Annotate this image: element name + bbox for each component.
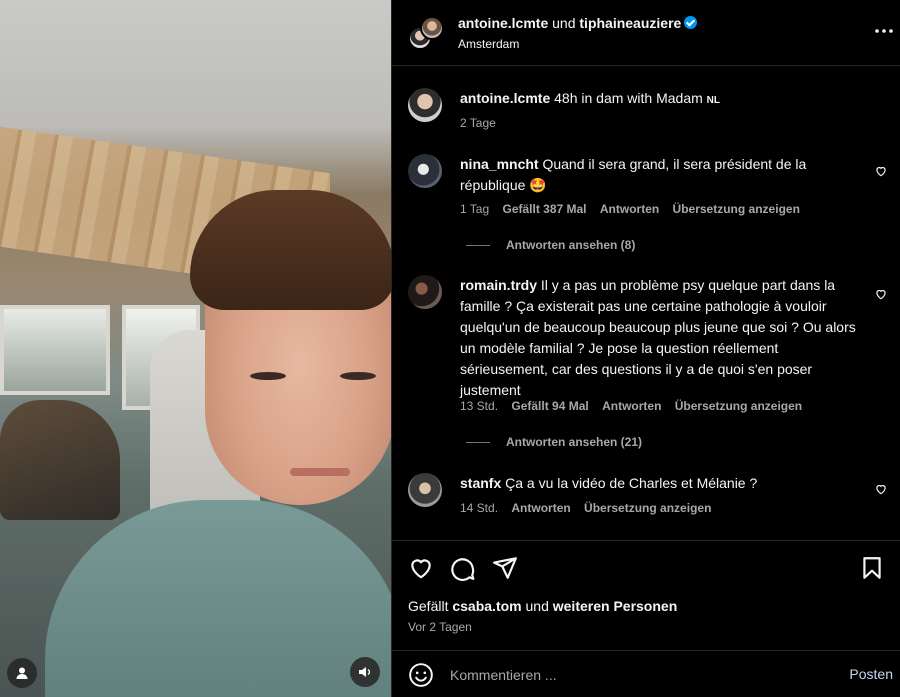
emoji-icon[interactable] xyxy=(408,662,434,688)
view-replies-button[interactable]: Antworten ansehen (21) xyxy=(466,435,642,449)
like-comment-heart-icon[interactable] xyxy=(874,482,888,496)
post-comment-button[interactable]: Posten xyxy=(849,666,893,682)
likes-summary: Gefällt csaba.tom und weiteren Personen xyxy=(408,598,677,614)
timestamp: 1 Tag xyxy=(460,202,490,216)
avatar[interactable] xyxy=(408,275,442,309)
timestamp: 14 Std. xyxy=(460,501,499,515)
person-eye-right xyxy=(340,372,376,380)
caption-meta: 2 Tage xyxy=(460,116,506,130)
translate-button[interactable]: Übersetzung anzeigen xyxy=(675,399,802,413)
username-link[interactable]: antoine.lcmte xyxy=(460,90,550,106)
comment-meta: 1 Tag Gefällt 387 Mal Antworten Übersetz… xyxy=(460,202,810,216)
comment-body: Il y a pas un problème psy quelque part … xyxy=(460,277,856,398)
tagged-users-button[interactable] xyxy=(7,658,37,688)
post-header: antoine.lcmte und tiphaineauziere Amster… xyxy=(392,0,900,66)
comment-input[interactable] xyxy=(450,664,830,686)
comment-meta: 13 Std. Gefällt 94 Mal Antworten Überset… xyxy=(460,399,812,413)
post-actions: Gefällt csaba.tom und weiteren Personen … xyxy=(392,540,900,645)
comment-body: Ça a vu la vidéo de Charles et Mélanie ? xyxy=(505,475,758,491)
person-shirt xyxy=(45,500,391,697)
speaker-icon xyxy=(359,667,371,677)
post-details-panel: antoine.lcmte und tiphaineauziere Amster… xyxy=(391,0,900,697)
reply-button[interactable]: Antworten xyxy=(602,399,661,413)
verified-badge-icon xyxy=(684,16,698,29)
likes-joiner: und xyxy=(525,598,549,614)
avatar[interactable] xyxy=(408,154,442,188)
share-paper-plane-icon[interactable] xyxy=(492,555,518,581)
comment-meta: 14 Std. Antworten Übersetzung anzeigen xyxy=(460,501,721,515)
timestamp: 13 Std. xyxy=(460,399,499,413)
view-replies-button[interactable]: Antworten ansehen (8) xyxy=(466,238,635,252)
view-replies-label: Antworten ansehen (21) xyxy=(506,435,643,449)
joiner-text: und xyxy=(552,15,576,31)
flag-label: NL xyxy=(706,95,721,106)
background-person xyxy=(0,400,120,520)
avatar-user2 xyxy=(420,16,444,40)
translate-button[interactable]: Übersetzung anzeigen xyxy=(673,202,800,216)
reply-button[interactable]: Antworten xyxy=(600,202,659,216)
username-link[interactable]: tiphaineauziere xyxy=(579,15,681,31)
collab-avatars[interactable] xyxy=(408,16,444,52)
username-link[interactable]: antoine.lcmte xyxy=(458,15,548,31)
more-options-button[interactable] xyxy=(873,20,895,46)
sound-toggle-button[interactable] xyxy=(350,657,380,687)
like-heart-icon[interactable] xyxy=(408,555,434,581)
comments-section[interactable]: antoine.lcmte 48h in dam with Madam NL 2… xyxy=(392,66,900,540)
liker-username-link[interactable]: csaba.tom xyxy=(452,598,521,614)
comment-text: stanfx Ça a vu la vidéo de Charles et Mé… xyxy=(460,473,860,494)
van-window-left xyxy=(0,305,110,395)
caption-body: 48h in dam with Madam xyxy=(554,90,703,106)
username-link[interactable]: nina_mncht xyxy=(460,156,539,172)
likes-prefix: Gefällt xyxy=(408,598,449,614)
replies-divider xyxy=(466,245,490,247)
view-replies-label: Antworten ansehen (8) xyxy=(506,238,636,252)
like-count[interactable]: Gefällt 387 Mal xyxy=(502,202,586,216)
translate-button[interactable]: Übersetzung anzeigen xyxy=(584,501,711,515)
username-link[interactable]: romain.trdy xyxy=(460,277,537,293)
comment-text: romain.trdy Il y a pas un problème psy q… xyxy=(460,275,860,401)
like-comment-heart-icon[interactable] xyxy=(874,164,888,178)
collab-usernames: antoine.lcmte und tiphaineauziere xyxy=(458,15,698,31)
video-player[interactable] xyxy=(0,0,391,697)
comment-text: nina_mncht Quand il sera grand, il sera … xyxy=(460,154,860,196)
username-link[interactable]: stanfx xyxy=(460,475,501,491)
save-bookmark-icon[interactable] xyxy=(859,555,885,581)
comment-bubble-icon[interactable] xyxy=(450,555,476,581)
reply-button[interactable]: Antworten xyxy=(511,501,570,515)
comment-composer: Posten xyxy=(392,650,900,697)
post-viewer: antoine.lcmte und tiphaineauziere Amster… xyxy=(0,0,900,697)
other-likers-link[interactable]: weiteren Personen xyxy=(553,598,678,614)
person-eye-left xyxy=(250,372,286,380)
caption-text: antoine.lcmte 48h in dam with Madam NL xyxy=(460,88,860,111)
post-age: Vor 2 Tagen xyxy=(408,620,472,634)
like-count[interactable]: Gefällt 94 Mal xyxy=(511,399,588,413)
avatar[interactable] xyxy=(408,473,442,507)
more-horizontal-icon xyxy=(875,29,893,33)
replies-divider xyxy=(466,442,490,444)
like-comment-heart-icon[interactable] xyxy=(874,287,888,301)
user-icon xyxy=(16,667,28,679)
timestamp: 2 Tage xyxy=(460,116,496,130)
avatar[interactable] xyxy=(408,88,442,122)
person-mouth xyxy=(290,468,350,476)
location-link[interactable]: Amsterdam xyxy=(458,37,519,51)
